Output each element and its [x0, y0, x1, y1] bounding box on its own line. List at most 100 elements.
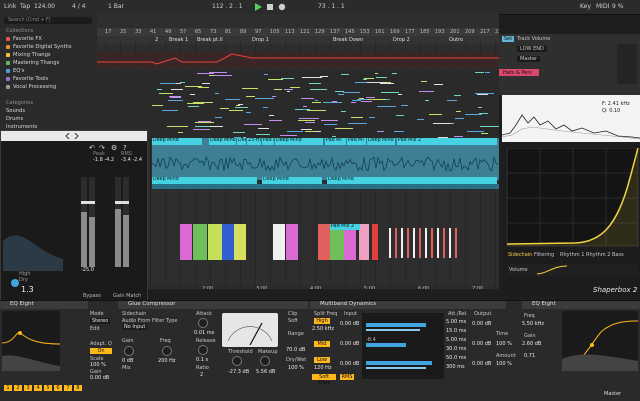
mid-band-toggle[interactable]: Mid [314, 341, 330, 347]
midi-note[interactable] [229, 110, 244, 112]
midi-note[interactable] [166, 125, 188, 127]
midi-note[interactable] [309, 82, 322, 84]
midi-note[interactable] [481, 132, 489, 134]
midi-clip[interactable] [318, 224, 330, 260]
midi-note[interactable] [304, 130, 316, 132]
midi-note[interactable] [254, 98, 274, 100]
output-low-value[interactable]: 0.00 dB [472, 361, 491, 367]
midi-note[interactable] [214, 116, 222, 118]
audio-clip[interactable]: Deep Mind [237, 138, 246, 145]
midi-note[interactable] [454, 95, 462, 97]
midi-note[interactable] [454, 117, 465, 119]
midi-note[interactable] [478, 106, 482, 108]
midi-note[interactable] [171, 89, 184, 91]
midi-note[interactable] [302, 106, 308, 108]
short-clip[interactable] [449, 228, 451, 258]
midi-note[interactable] [168, 100, 184, 102]
routing-low-end[interactable]: LOW END [517, 46, 547, 52]
midi-note[interactable] [474, 72, 484, 74]
gain-match-button[interactable]: Gain Match [113, 293, 141, 299]
midi-note[interactable] [480, 126, 499, 128]
attack-knob[interactable] [198, 318, 208, 328]
range-value[interactable]: 70.0 dB [286, 347, 305, 353]
att-rel-value[interactable]: 15.0 ms [446, 328, 466, 334]
mix-knob[interactable] [11, 279, 19, 287]
rms-toggle[interactable]: RMS [340, 374, 354, 380]
eq-right-gain-value[interactable]: 2.60 dB [522, 341, 541, 347]
midi-note[interactable] [169, 95, 179, 97]
midi-note[interactable] [359, 98, 365, 100]
shaper-curve[interactable] [505, 148, 640, 248]
midi-note[interactable] [337, 94, 344, 96]
midi-note[interactable] [236, 104, 241, 106]
glue-header[interactable]: Glue Compressor [118, 301, 308, 309]
midi-note[interactable] [269, 114, 274, 116]
midi-note[interactable] [302, 109, 306, 111]
midi-note[interactable] [375, 77, 388, 79]
midi-note[interactable] [419, 90, 435, 92]
midi-note[interactable] [211, 75, 232, 77]
midi-note[interactable] [197, 72, 214, 74]
dry-wet-value[interactable]: 100 % [288, 365, 304, 371]
shaper-tab[interactable]: Filtering [534, 252, 554, 258]
midi-note[interactable] [331, 136, 337, 138]
ratio-value[interactable]: 2 [200, 372, 203, 378]
midi-note[interactable] [435, 122, 452, 124]
midi-note[interactable] [334, 128, 353, 130]
key-map-button[interactable]: Key [580, 3, 591, 10]
midi-note[interactable] [245, 95, 255, 97]
midi-note[interactable] [225, 98, 241, 100]
collection-item[interactable]: Favorite Digital Synths [6, 44, 72, 50]
record-icon[interactable] [278, 3, 286, 11]
midi-note[interactable] [160, 82, 176, 84]
audio-clip[interactable]: 23-Ha [247, 138, 261, 145]
audio-clip[interactable]: Deep Mind [275, 138, 323, 145]
audio-clip[interactable]: Pad Mi [347, 138, 366, 145]
multiband-header[interactable]: Multiband Dynamics [310, 301, 506, 309]
midi-note[interactable] [417, 119, 424, 121]
glue-gain-value[interactable]: 0 dB [122, 358, 133, 364]
midi-clip[interactable] [193, 224, 207, 260]
shaper-tab[interactable]: Rhythm 2 [586, 252, 610, 258]
midi-note[interactable] [310, 89, 328, 91]
midi-note[interactable] [245, 111, 252, 113]
att-rel-value[interactable]: 30.0 ms [446, 346, 466, 352]
midi-note[interactable] [456, 110, 461, 112]
midi-note[interactable] [283, 88, 293, 90]
midi-note[interactable] [377, 105, 397, 107]
eq-band-toggle[interactable]: 1 [4, 385, 12, 391]
release-knob[interactable] [198, 345, 208, 355]
midi-note[interactable] [476, 94, 488, 96]
output-mid-value[interactable]: 0.00 dB [472, 341, 491, 347]
plugin-window[interactable]: ↶ ↷ ⚙ ? -1.8 -4.2 -3.4 -2.4 Peak RMS -25… [0, 130, 148, 302]
short-clip[interactable] [407, 228, 409, 258]
tempo-field[interactable]: 124.00 [34, 3, 55, 10]
midi-clip[interactable] [222, 224, 234, 260]
audio-clip[interactable]: Deep Mind [152, 177, 257, 184]
collection-item[interactable]: Mixing Thangs [6, 52, 51, 58]
midi-note[interactable] [220, 107, 229, 109]
volume-lane[interactable]: Volume [507, 264, 638, 276]
midi-note[interactable] [374, 72, 378, 74]
threshold-knob[interactable] [232, 356, 242, 366]
audio-clip[interactable]: Pad Mix 2 [397, 138, 497, 145]
chevron-left-icon[interactable] [65, 132, 71, 140]
midi-note[interactable] [301, 77, 323, 79]
output-fader[interactable] [115, 201, 129, 204]
midi-note[interactable] [243, 124, 263, 126]
midi-note[interactable] [267, 79, 283, 81]
midi-note[interactable] [484, 72, 490, 74]
short-clip[interactable] [413, 228, 415, 258]
eq-eight-header[interactable]: EQ Eight [0, 301, 88, 309]
eq-curve-left[interactable] [2, 311, 60, 371]
midi-note[interactable] [391, 72, 397, 74]
eq-gain-value[interactable]: 0.00 dB [90, 375, 109, 381]
midi-note[interactable] [233, 132, 245, 134]
midi-note[interactable] [281, 78, 294, 80]
midi-note[interactable] [368, 116, 376, 118]
collection-item[interactable]: Vocal Processing [6, 84, 56, 90]
browser-search[interactable]: Search (Cmd + F) [4, 17, 92, 24]
midi-note[interactable] [342, 92, 361, 94]
midi-note[interactable] [264, 73, 269, 75]
midi-note[interactable] [367, 98, 386, 100]
